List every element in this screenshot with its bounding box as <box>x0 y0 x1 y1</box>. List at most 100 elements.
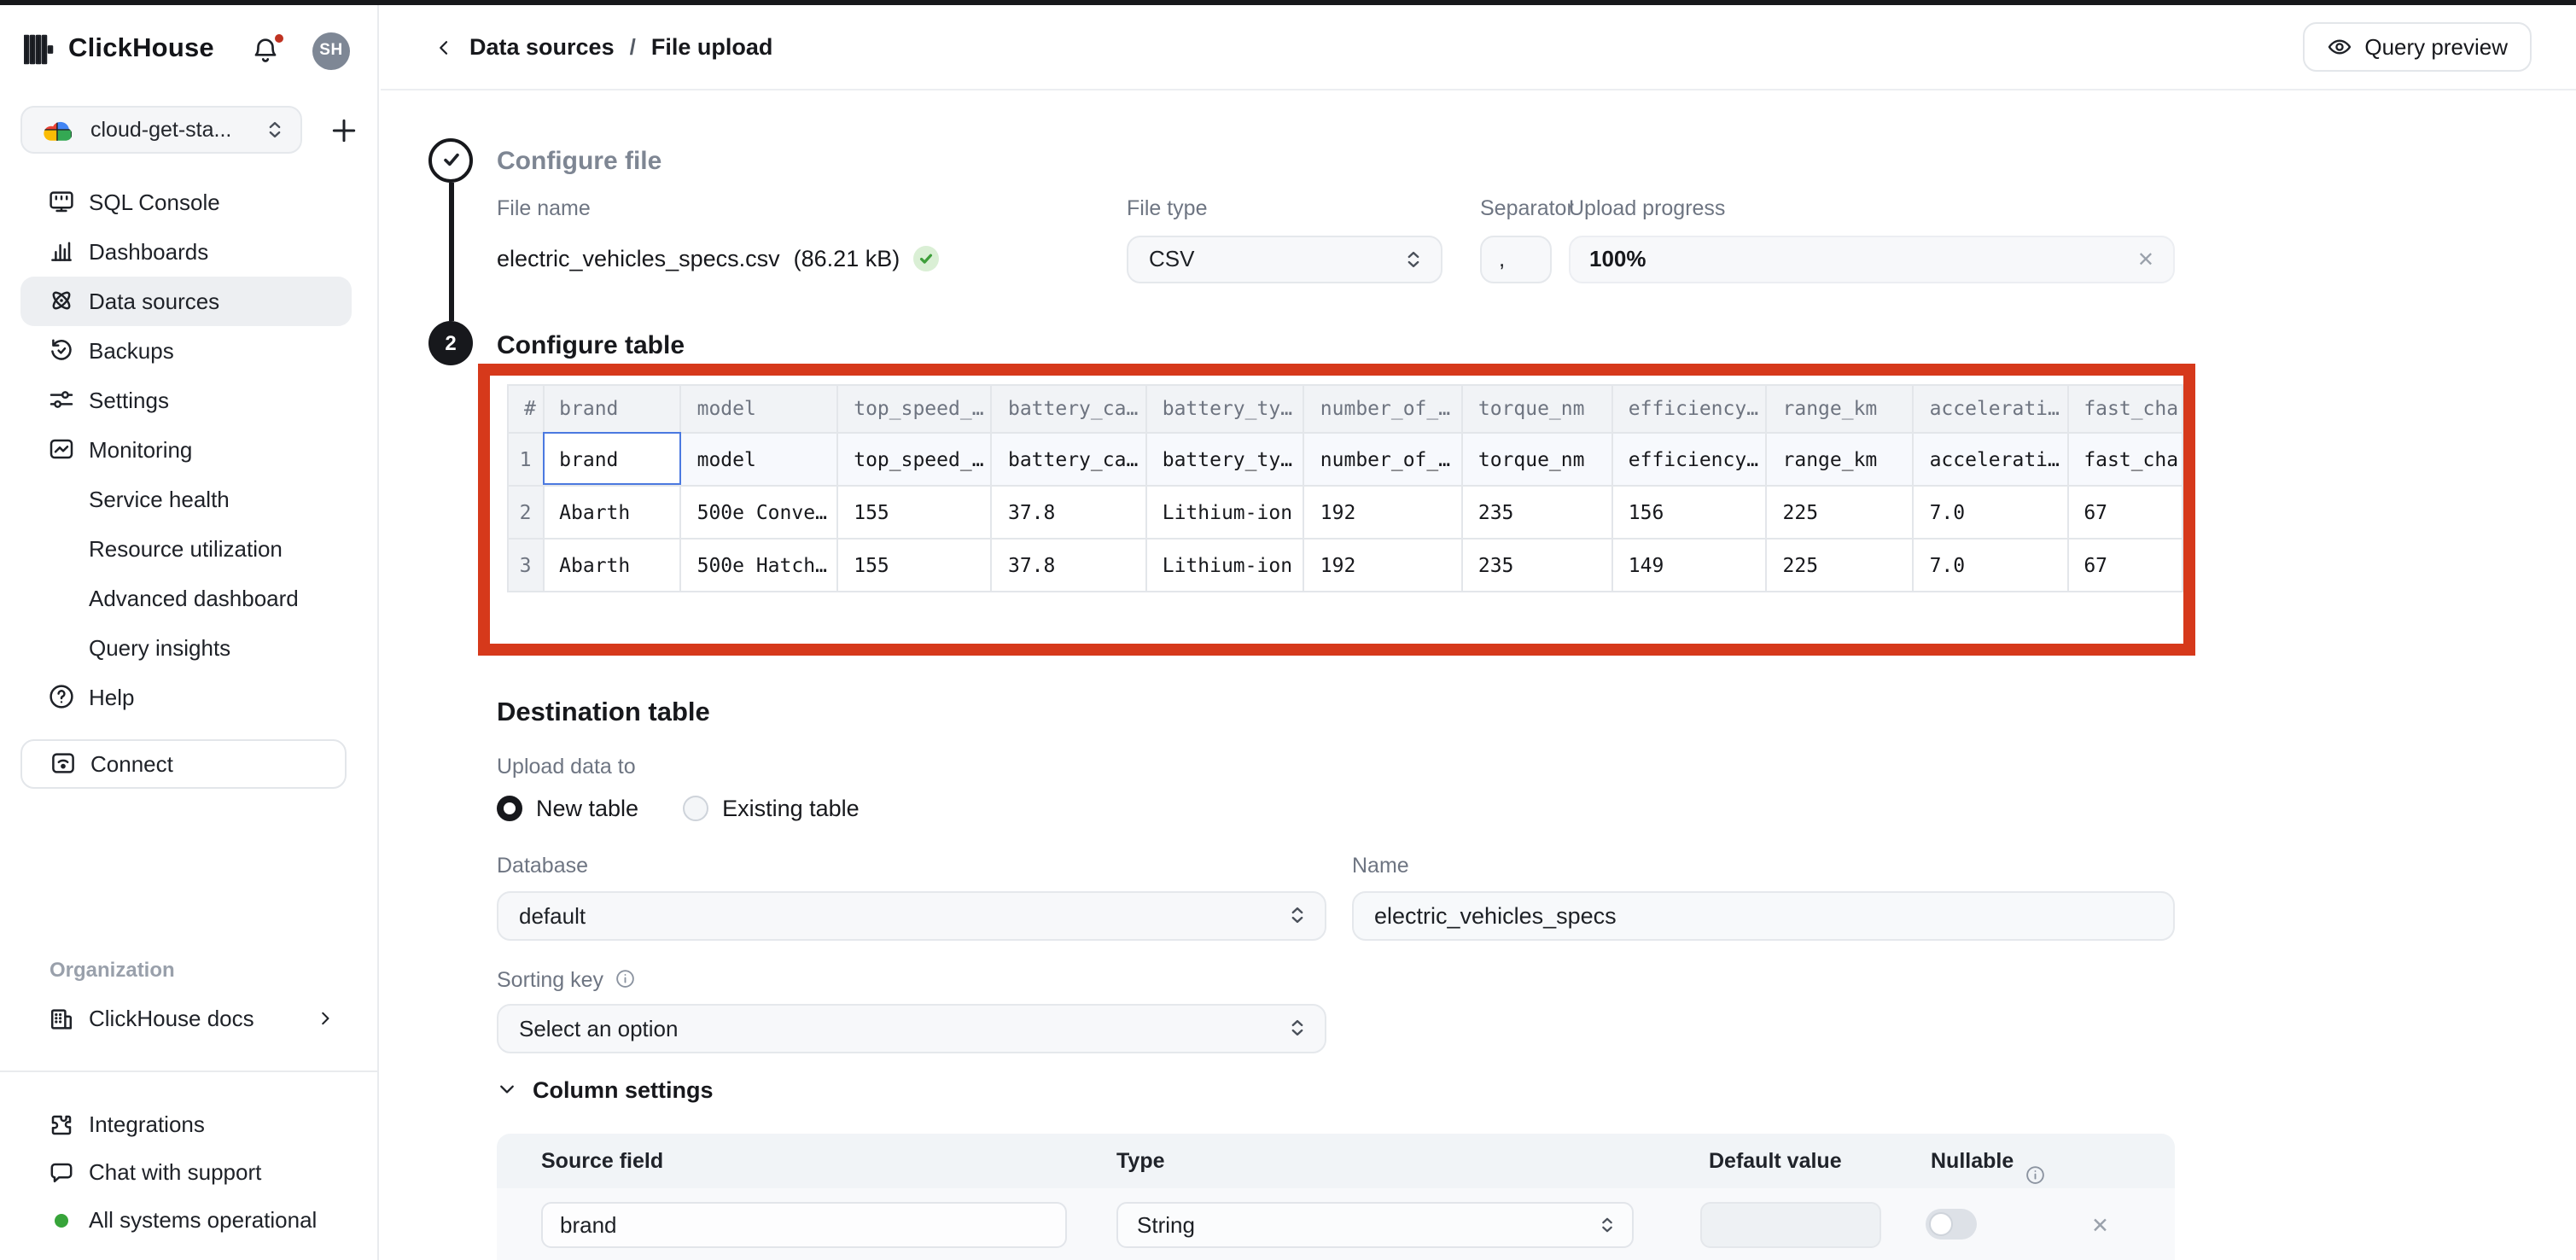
sorting-key-select[interactable]: Select an option <box>497 1003 1326 1053</box>
workspace-selector[interactable]: cloud-get-sta... <box>20 105 302 153</box>
row-number: 3 <box>508 538 543 591</box>
sidebar-item-label: All systems operational <box>89 1207 317 1233</box>
sidebar-item-backups[interactable]: Backups <box>20 325 352 375</box>
query-preview-label: Query preview <box>2364 34 2508 60</box>
default-value-input[interactable] <box>1700 1201 1881 1247</box>
add-service-button[interactable] <box>329 115 358 144</box>
preview-column-header: # <box>508 384 543 432</box>
preview-cell[interactable]: 149 <box>1612 538 1767 591</box>
new-table-label: New table <box>536 795 638 820</box>
table-name-input[interactable] <box>1352 890 2175 940</box>
preview-cell[interactable]: accelerati… <box>1914 432 2068 485</box>
preview-column-header: range_km <box>1767 384 1914 432</box>
preview-cell[interactable]: efficiency… <box>1612 432 1767 485</box>
preview-cell[interactable]: 235 <box>1462 485 1612 538</box>
column-settings-toggle[interactable]: Column settings <box>497 1076 714 1102</box>
sql-console-icon <box>48 188 75 215</box>
preview-cell[interactable]: 235 <box>1462 538 1612 591</box>
sorting-key-value: Select an option <box>519 1015 678 1041</box>
preview-row: 3Abarth500e Hatch…15537.8Lithium-ion1922… <box>508 538 2183 591</box>
sidebar-item-advanced-dashboard[interactable]: Advanced dashboard <box>20 573 352 622</box>
preview-cell[interactable]: range_km <box>1767 432 1914 485</box>
preview-cell[interactable]: 155 <box>837 485 992 538</box>
database-select[interactable]: default <box>497 890 1326 940</box>
sidebar-item-query-insights[interactable]: Query insights <box>20 622 352 672</box>
connect-button[interactable]: Connect <box>20 738 347 788</box>
preview-cell[interactable]: 500e Hatch… <box>681 538 838 591</box>
preview-cell[interactable]: brand <box>543 432 680 485</box>
sidebar-item-clickhouse-docs[interactable]: ClickHouse docs <box>20 995 352 1042</box>
info-icon[interactable] <box>614 968 635 989</box>
sidebar-item-data-sources[interactable]: Data sources <box>20 276 352 325</box>
sidebar-item-service-health[interactable]: Service health <box>20 474 352 523</box>
sidebar-item-help[interactable]: Help <box>20 672 352 721</box>
avatar[interactable]: SH <box>312 32 350 69</box>
preview-cell[interactable]: 7.0 <box>1914 485 2068 538</box>
preview-cell[interactable]: 192 <box>1304 538 1462 591</box>
breadcrumb-file-upload[interactable]: File upload <box>651 34 773 60</box>
preview-cell[interactable]: battery_ca… <box>992 432 1146 485</box>
upload-close-icon[interactable]: ✕ <box>2137 247 2154 271</box>
notifications-button[interactable] <box>251 35 282 66</box>
preview-cell[interactable]: 155 <box>837 538 992 591</box>
preview-cell[interactable]: 37.8 <box>992 485 1146 538</box>
destination-table-title: Destination table <box>497 697 710 728</box>
preview-cell[interactable]: 192 <box>1304 485 1462 538</box>
preview-cell[interactable]: Abarth <box>543 485 680 538</box>
preview-cell[interactable]: 67 <box>2067 485 2183 538</box>
back-chevron-icon[interactable] <box>434 37 454 57</box>
settings-icon <box>48 386 75 413</box>
preview-cell[interactable]: battery_ty… <box>1146 432 1304 485</box>
table-name-label: Name <box>1352 853 1409 877</box>
preview-cell[interactable]: number_of_… <box>1304 432 1462 485</box>
preview-cell[interactable]: Lithium-ion <box>1146 538 1304 591</box>
column-settings-table: Source fieldTypeDefault valueNullable St… <box>497 1133 2175 1259</box>
preview-cell[interactable]: 67 <box>2067 538 2183 591</box>
sidebar-item-dashboards[interactable]: Dashboards <box>20 226 352 276</box>
sidebar-item-monitoring[interactable]: Monitoring <box>20 424 352 474</box>
info-icon[interactable] <box>2024 1164 2045 1185</box>
google-cloud-icon <box>43 117 72 141</box>
existing-table-radio[interactable] <box>683 795 708 820</box>
page-content: 2 Configure file File name electric_vehi… <box>381 90 2576 1259</box>
sidebar-item-settings[interactable]: Settings <box>20 375 352 424</box>
breadcrumb-data-sources[interactable]: Data sources <box>469 34 615 60</box>
preview-cell[interactable]: 7.0 <box>1914 538 2068 591</box>
preview-cell[interactable]: fast_cha <box>2067 432 2183 485</box>
file-type-value: CSV <box>1149 246 1194 271</box>
upload-progress-label: Upload progress <box>1569 195 1725 219</box>
preview-cell[interactable]: Lithium-ion <box>1146 485 1304 538</box>
sidebar-item-chat-with-support[interactable]: Chat with support <box>20 1148 352 1196</box>
file-name-text: electric_vehicles_specs.csv <box>497 245 780 271</box>
source-field-input[interactable] <box>541 1201 1067 1247</box>
preview-cell[interactable]: 37.8 <box>992 538 1146 591</box>
sidebar-item-label: Dashboards <box>89 238 208 264</box>
type-select[interactable]: String <box>1116 1201 1634 1247</box>
sidebar-item-integrations[interactable]: Integrations <box>20 1100 352 1148</box>
preview-cell[interactable]: 225 <box>1767 538 1914 591</box>
preview-cell[interactable]: 225 <box>1767 485 1914 538</box>
workspace-label: cloud-get-sta... <box>90 117 265 141</box>
query-preview-button[interactable]: Query preview <box>2303 22 2532 72</box>
preview-cell[interactable]: 500e Conve… <box>681 485 838 538</box>
preview-cell[interactable]: torque_nm <box>1462 432 1612 485</box>
sidebar-item-sql-console[interactable]: SQL Console <box>20 177 352 226</box>
preview-cell[interactable]: top_speed_… <box>837 432 992 485</box>
preview-cell[interactable]: model <box>681 432 838 485</box>
separator-input[interactable] <box>1480 235 1552 283</box>
upload-progress-value: 100% <box>1589 246 1646 271</box>
window-top-strip <box>0 0 2576 4</box>
chevron-updown-icon <box>1287 1016 1308 1040</box>
file-type-select[interactable]: CSV <box>1127 235 1442 283</box>
new-table-radio[interactable] <box>497 795 522 820</box>
preview-row: 1brandmodeltop_speed_…battery_ca…battery… <box>508 432 2183 485</box>
sidebar-item-all-systems-operational[interactable]: All systems operational <box>20 1196 352 1244</box>
preview-cell[interactable]: Abarth <box>543 538 680 591</box>
sidebar-item-resource-utilization[interactable]: Resource utilization <box>20 523 352 573</box>
nullable-toggle[interactable] <box>1926 1208 1977 1239</box>
breadcrumb: Data sources / File upload <box>434 4 772 90</box>
preview-cell[interactable]: 156 <box>1612 485 1767 538</box>
remove-column-icon[interactable]: ✕ <box>2091 1211 2109 1237</box>
column-settings-label: Column settings <box>533 1076 714 1102</box>
separator-label: Separator <box>1480 195 1574 219</box>
